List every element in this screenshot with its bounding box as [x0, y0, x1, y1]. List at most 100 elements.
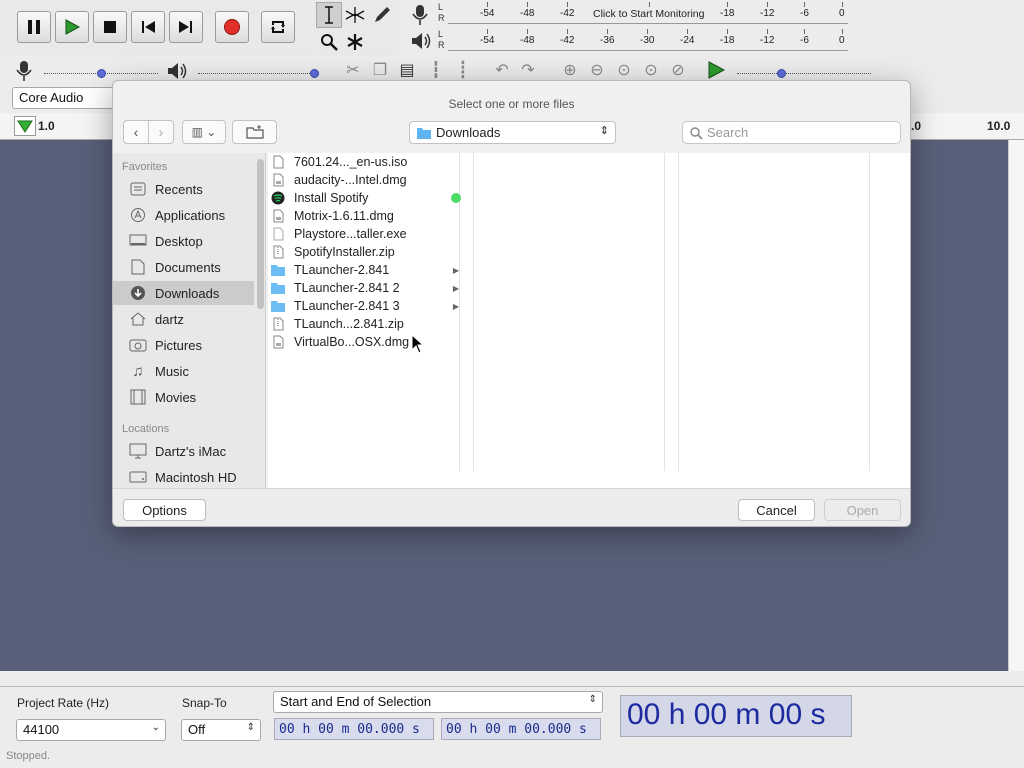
meter-tick: -18 [720, 29, 735, 46]
locations-header: Locations [122, 423, 170, 435]
record-meter[interactable]: LR -54 -48 -42 Click to Start Monitoring… [436, 2, 856, 28]
folder-row[interactable]: TLauncher-2.841 ▶ [271, 261, 459, 279]
trim-icon[interactable]: ┇ [423, 58, 449, 82]
playback-meter-icon[interactable] [410, 31, 432, 54]
envelope-tool[interactable] [342, 2, 368, 28]
skip-to-end-button[interactable] [169, 11, 203, 43]
search-field[interactable]: Search [682, 121, 901, 144]
folder-row[interactable]: TLauncher-2.841 3 ▶ [271, 297, 459, 315]
snap-to-select[interactable]: Off ⇕ [181, 719, 261, 741]
multi-tool[interactable] [342, 29, 368, 55]
play-speed-knob[interactable] [777, 69, 786, 78]
meter-tick: 0 [839, 29, 845, 46]
file-row[interactable]: TLaunch...2.841.zip [271, 315, 459, 333]
file-row[interactable]: SpotifyInstaller.zip [271, 243, 459, 261]
input-volume-knob[interactable] [97, 69, 106, 78]
play-speed-slider[interactable] [737, 73, 871, 74]
finder-sidebar[interactable]: Favorites Recents Applications Desktop D… [113, 153, 266, 488]
disclosure-arrow-icon: ▶ [452, 301, 459, 311]
skip-to-start-button[interactable] [131, 11, 165, 43]
zoom-in-icon[interactable]: ⊕ [557, 58, 583, 82]
meter-tick: -48 [520, 2, 535, 19]
microphone-icon [412, 5, 428, 25]
zoom-tool[interactable] [316, 29, 342, 55]
sidebar-item-computer[interactable]: Dartz's iMac [113, 439, 254, 463]
forward-button[interactable]: › [148, 120, 174, 144]
meter-tick: -36 [600, 29, 615, 46]
silence-icon[interactable]: ┋ [450, 58, 476, 82]
options-button[interactable]: Options [123, 499, 206, 521]
undo-icon[interactable]: ↶ [489, 58, 515, 82]
loop-button[interactable] [261, 11, 295, 43]
i-beam-icon [325, 6, 333, 24]
file-row[interactable]: 7601.24..._en-us.iso [271, 153, 459, 171]
new-folder-button[interactable] [232, 120, 277, 144]
file-row[interactable]: audacity-...Intel.dmg [271, 171, 459, 189]
sidebar-item-movies[interactable]: Movies [113, 385, 254, 409]
audio-host-select[interactable]: Core Audio [12, 87, 122, 109]
stop-button[interactable] [93, 11, 127, 43]
sidebar-item-pictures[interactable]: Pictures [113, 333, 254, 357]
play-at-speed-button[interactable] [706, 61, 726, 82]
sidebar-item-home[interactable]: dartz [113, 307, 254, 331]
play-head-marker[interactable] [14, 116, 36, 136]
meter-tick: -18 [720, 2, 735, 19]
right-channel-label: R [438, 13, 445, 23]
sidebar-scrollbar[interactable] [257, 159, 264, 309]
draw-tool[interactable] [369, 2, 395, 28]
selection-tool[interactable] [316, 2, 342, 28]
output-volume-knob[interactable] [310, 69, 319, 78]
open-file-dialog: Select one or more files ‹ › ▥ ⌄ Downloa… [112, 80, 911, 527]
sidebar-item-label: Music [155, 363, 189, 379]
sidebar-item-applications[interactable]: Applications [113, 203, 254, 227]
document-icon [271, 155, 285, 169]
file-name: TLauncher-2.841 3 [294, 299, 400, 313]
audio-position-display[interactable]: 00 h 00 m 00 s [620, 695, 852, 737]
sidebar-item-label: Desktop [155, 233, 203, 249]
play-button[interactable] [55, 11, 89, 43]
view-mode-button[interactable]: ▥ ⌄ [182, 120, 226, 144]
sidebar-item-downloads[interactable]: Downloads [113, 281, 254, 305]
open-button[interactable]: Open [824, 499, 901, 521]
up-down-arrows-icon: ⇕ [599, 125, 609, 137]
back-button[interactable]: ‹ [123, 120, 149, 144]
file-name: Motrix-1.6.11.dmg [294, 209, 394, 223]
folder-row[interactable]: TLauncher-2.841 2 ▶ [271, 279, 459, 297]
sidebar-item-desktop[interactable]: Desktop [113, 229, 254, 253]
record-button[interactable] [215, 11, 249, 43]
file-browser[interactable]: 7601.24..._en-us.iso audacity-...Intel.d… [268, 153, 910, 488]
file-row[interactable]: Install Spotify [271, 189, 461, 207]
playback-meter[interactable]: LR -54 -48 -42 -36 -30 -24 -18 -12 -6 0 [436, 29, 856, 55]
sidebar-item-music[interactable]: ♫ Music [113, 359, 254, 383]
copy-icon[interactable]: ❐ [367, 58, 393, 82]
fit-selection-icon[interactable]: ⊙ [611, 58, 637, 82]
pause-button[interactable] [17, 11, 51, 43]
cut-icon[interactable]: ✂ [340, 58, 366, 82]
file-name: 7601.24..._en-us.iso [294, 155, 408, 169]
cancel-button[interactable]: Cancel [738, 499, 815, 521]
output-volume-slider[interactable] [198, 73, 316, 74]
file-row[interactable]: Motrix-1.6.11.dmg [271, 207, 459, 225]
location-popup[interactable]: Downloads ⇕ [409, 121, 616, 144]
vertical-scrollbar[interactable] [1008, 140, 1024, 671]
selection-mode-select[interactable]: Start and End of Selection ⇕ [273, 691, 603, 713]
play-icon [65, 19, 80, 35]
selection-end-time[interactable]: 00 h 00 m 00.000 s [441, 718, 601, 740]
project-rate-select[interactable]: 44100 ⌄ [16, 719, 166, 741]
file-row[interactable]: VirtualBo...OSX.dmg [271, 333, 459, 351]
sidebar-item-recents[interactable]: Recents [113, 177, 254, 201]
zoom-toggle-icon[interactable]: ⊘ [665, 58, 691, 82]
disclosure-arrow-icon: ▶ [452, 283, 459, 293]
sidebar-item-documents[interactable]: Documents [113, 255, 254, 279]
selection-start-time[interactable]: 00 h 00 m 00.000 s [274, 718, 434, 740]
start-monitoring-label[interactable]: Click to Start Monitoring [593, 2, 704, 20]
meter-tick: -12 [760, 2, 775, 19]
record-meter-icon[interactable] [410, 4, 430, 29]
redo-icon[interactable]: ↷ [515, 58, 541, 82]
sidebar-item-macintosh-hd[interactable]: Macintosh HD [113, 465, 254, 488]
zoom-out-icon[interactable]: ⊖ [584, 58, 610, 82]
file-row[interactable]: Playstore...taller.exe [271, 225, 459, 243]
skip-to-start-icon [142, 21, 155, 33]
fit-project-icon[interactable]: ⊙ [638, 58, 664, 82]
paste-icon[interactable]: ▤ [394, 58, 420, 82]
